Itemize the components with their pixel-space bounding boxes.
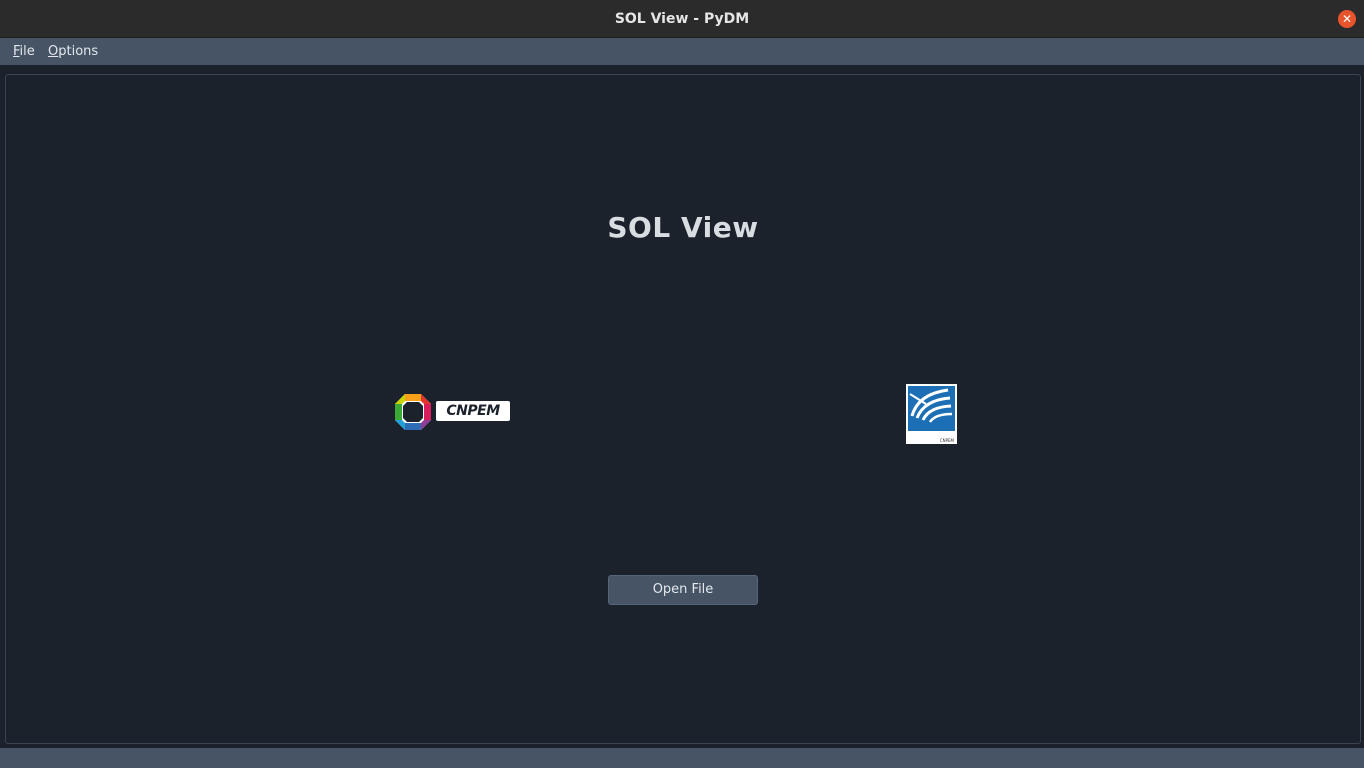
cnpem-logo-icon: [395, 394, 431, 430]
status-bar: [0, 748, 1364, 768]
page-title: SOL View: [607, 211, 759, 244]
menu-file[interactable]: File: [13, 38, 35, 65]
lnls-logo-text: LNLS: [917, 424, 946, 432]
lnls-logo-subtext: CNPEM: [939, 438, 954, 443]
main-panel: SOL View CNPEM LNLS CNPEM Open File: [5, 74, 1361, 744]
lnls-logo: LNLS CNPEM: [906, 384, 957, 444]
cnpem-logo: CNPEM: [394, 393, 514, 431]
menu-options-mnemonic: O: [48, 44, 59, 59]
menu-file-label: ile: [19, 44, 35, 59]
window-title: SOL View - PyDM: [614, 11, 750, 27]
window-titlebar: SOL View - PyDM ✕: [0, 0, 1364, 38]
menubar: File Options: [0, 38, 1364, 65]
menu-options-label: ptions: [58, 44, 99, 59]
cnpem-logo-text: CNPEM: [436, 401, 510, 421]
open-file-button[interactable]: Open File: [608, 575, 758, 605]
menu-options[interactable]: Options: [48, 38, 98, 65]
close-icon[interactable]: ✕: [1338, 10, 1356, 28]
